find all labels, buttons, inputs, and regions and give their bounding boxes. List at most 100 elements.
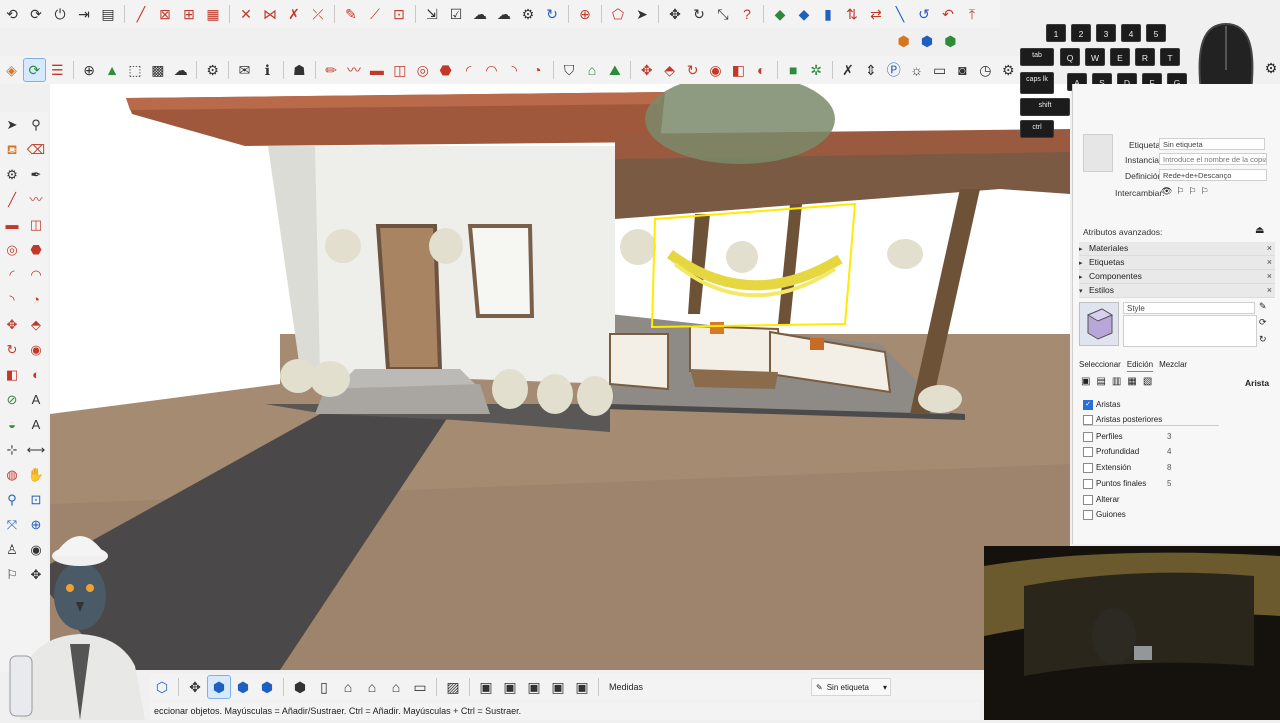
arc-3-icon[interactable]: ◝: [504, 59, 525, 81]
polygon-tool-icon[interactable]: ⬣: [435, 59, 456, 81]
photo-icon[interactable]: ◙: [952, 59, 973, 81]
settings-cloud-icon[interactable]: ⚙: [517, 3, 539, 25]
lasso-icon[interactable]: ⚲: [26, 114, 46, 134]
help-icon[interactable]: ?: [736, 3, 758, 25]
style-name-input[interactable]: Style: [1123, 302, 1255, 314]
option-alterar[interactable]: Alterar: [1083, 493, 1120, 506]
etiqueta-dropdown[interactable]: Sin etiqueta: [1159, 138, 1265, 150]
move-tool-icon[interactable]: ✥: [636, 59, 657, 81]
tab-edicion[interactable]: Edición: [1126, 360, 1154, 372]
watermark-settings-icon[interactable]: ▦: [1127, 376, 1136, 390]
sync-icon[interactable]: ⟳: [22, 58, 46, 82]
grid-icon[interactable]: ⊠: [154, 3, 176, 25]
rect-rotated-draw-icon[interactable]: ◫: [26, 214, 46, 234]
tool-a-icon[interactable]: ◆: [769, 3, 791, 25]
subtract-icon[interactable]: ▣: [499, 676, 521, 698]
intersect-icon[interactable]: ▣: [523, 676, 545, 698]
diagonal-icon[interactable]: ⤫: [307, 3, 329, 25]
view-iso-icon[interactable]: ⬡: [151, 676, 173, 698]
update-style-icon[interactable]: ✎: [1259, 301, 1267, 312]
model-viewport[interactable]: [50, 84, 1070, 670]
polygon-draw-icon[interactable]: ⬣: [26, 239, 46, 259]
style-description[interactable]: [1123, 315, 1257, 347]
section-materiales[interactable]: ▸ Materiales ×: [1079, 242, 1275, 256]
intercambiar-toggles[interactable]: 👁⚐⚐⚐: [1161, 186, 1221, 198]
slash-icon[interactable]: ⟋: [364, 3, 386, 25]
select-arrow-icon[interactable]: ➤: [631, 3, 653, 25]
redo-icon[interactable]: ⟳: [25, 3, 47, 25]
wireframe-view-icon[interactable]: ⬢: [232, 676, 254, 698]
offset-left-icon[interactable]: ◐: [26, 364, 46, 384]
checkbox-icon[interactable]: [1083, 446, 1093, 457]
paint-bucket-icon[interactable]: ⛾: [2, 139, 22, 159]
checkbox-icon[interactable]: ✓: [1083, 399, 1093, 410]
tab-seleccionar[interactable]: Seleccionar: [1079, 360, 1121, 372]
background-settings-icon[interactable]: ▥: [1112, 376, 1121, 390]
followme-left-icon[interactable]: ◉: [26, 339, 46, 359]
option-extension[interactable]: Extensión 8: [1083, 461, 1193, 474]
gear-icon[interactable]: ⚙: [202, 59, 223, 81]
terrain-icon[interactable]: ⛰: [604, 59, 625, 81]
section-icon[interactable]: ▦: [202, 3, 224, 25]
undo-icon[interactable]: ⟲: [1, 3, 23, 25]
tool-e-icon[interactable]: ⇄: [865, 3, 887, 25]
definicion-input[interactable]: Rede+de+Descanço: [1159, 169, 1267, 181]
freehand-draw-icon[interactable]: 〰: [26, 189, 46, 209]
tag-tool-icon[interactable]: ⚙: [2, 164, 22, 184]
dimension-icon[interactable]: ⟷: [26, 439, 46, 459]
pushpull-icon[interactable]: ⬘: [659, 59, 680, 81]
option-puntos-finales[interactable]: Puntos finales 5: [1083, 477, 1193, 490]
rect-draw-icon[interactable]: ▬: [2, 214, 22, 234]
rotate-tool-icon[interactable]: ↻: [682, 59, 703, 81]
add-style-icon[interactable]: ⟳: [1259, 317, 1267, 328]
line-tool-icon[interactable]: ╱: [130, 3, 152, 25]
move-left-icon[interactable]: ✥: [2, 314, 22, 334]
upload-cloud-icon[interactable]: ☁: [170, 59, 191, 81]
freehand-icon[interactable]: 〰: [344, 59, 365, 81]
plugin-icon[interactable]: ⏻: [49, 3, 71, 25]
leaf-icon[interactable]: ✲: [806, 59, 827, 81]
right-view-icon[interactable]: ⌂: [361, 676, 383, 698]
split-icon[interactable]: ▣: [571, 676, 593, 698]
tool-i-icon[interactable]: ⤒: [961, 3, 983, 25]
face-settings-icon[interactable]: ▤: [1096, 376, 1105, 390]
xray-view-icon[interactable]: ⬢: [207, 675, 231, 699]
checkbox-icon[interactable]: [1083, 494, 1093, 505]
checkbox-icon[interactable]: [1083, 478, 1093, 489]
document-icon[interactable]: ▤: [97, 3, 119, 25]
tool-b-icon[interactable]: ◆: [793, 3, 815, 25]
info-icon[interactable]: ℹ: [257, 59, 278, 81]
lock-icon[interactable]: ⏏: [1255, 225, 1264, 236]
rotated-rect-icon[interactable]: ◫: [389, 59, 410, 81]
sun-icon[interactable]: ☼: [906, 59, 927, 81]
shield-icon[interactable]: ⛉: [559, 59, 580, 81]
rotate-icon[interactable]: ↻: [688, 3, 710, 25]
pan-icon[interactable]: ✋: [26, 464, 46, 484]
house-icon[interactable]: ⌂: [582, 59, 603, 81]
globe-icon[interactable]: ⊕: [574, 3, 596, 25]
check-box-icon[interactable]: ☑: [445, 3, 467, 25]
tool-c-icon[interactable]: ▮: [817, 3, 839, 25]
pie-draw-icon[interactable]: ◔: [26, 289, 46, 309]
checkbox-icon[interactable]: [1083, 509, 1093, 520]
circle-icon[interactable]: ◎: [412, 59, 433, 81]
rotate-left-icon[interactable]: ↻: [2, 339, 22, 359]
cube-blue-icon[interactable]: ⬢: [916, 30, 937, 52]
select-tool-icon[interactable]: ➤: [2, 114, 22, 134]
stack-icon[interactable]: ☰: [47, 59, 68, 81]
union-icon[interactable]: ▣: [475, 676, 497, 698]
left-view-icon[interactable]: ▭: [409, 676, 431, 698]
export-icon[interactable]: ⇥: [73, 3, 95, 25]
pencil-icon[interactable]: ✏: [321, 59, 342, 81]
cross-grid-icon[interactable]: ⋈: [259, 3, 281, 25]
solid-icon[interactable]: ▨: [442, 676, 464, 698]
modeling-settings-icon[interactable]: ▧: [1143, 376, 1152, 390]
arc-2-icon[interactable]: ◠: [481, 59, 502, 81]
checker-icon[interactable]: ▩: [147, 59, 168, 81]
option-perfiles[interactable]: Perfiles 3: [1083, 430, 1193, 443]
camera-icon[interactable]: ▭: [929, 59, 950, 81]
pencil-edit-icon[interactable]: ✎: [340, 3, 362, 25]
scale-icon[interactable]: ⤡: [712, 3, 734, 25]
back-view-icon[interactable]: ⌂: [385, 676, 407, 698]
trim-icon[interactable]: ▣: [547, 676, 569, 698]
